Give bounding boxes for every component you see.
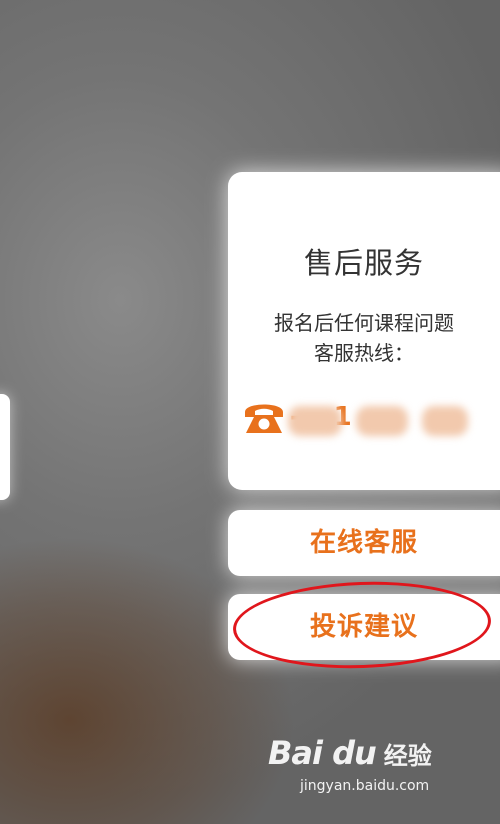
description-line-2: 客服热线： [314,341,414,365]
baidu-jingyan-watermark: Bai du 经验 jingyan.baidu.com [268,730,488,794]
redacted-segment [356,406,408,436]
after-sales-service-panel: 售后服务 报名后任何课程问题 客服热线： - - 1 [228,172,500,490]
redacted-segment [288,406,342,436]
partial-offscreen-panel [0,394,10,500]
description-line-1: 报名后任何课程问题 [274,311,454,335]
panel-description: 报名后任何课程问题 客服热线： [228,308,500,368]
redacted-segment [422,406,468,436]
online-service-button[interactable]: 在线客服 [228,510,500,576]
watermark-suffix: 经验 [383,741,432,770]
panel-title: 售后服务 [303,246,424,280]
complaint-suggestion-button[interactable]: 投诉建议 [228,594,500,660]
telephone-icon [245,404,283,433]
online-service-label: 在线客服 [309,528,418,558]
hotline-number: - - 1 [288,402,468,436]
complaint-suggestion-label: 投诉建议 [309,612,418,642]
watermark-url: jingyan.baidu.com [300,778,430,794]
hotline-row[interactable]: - - 1 [242,394,468,440]
